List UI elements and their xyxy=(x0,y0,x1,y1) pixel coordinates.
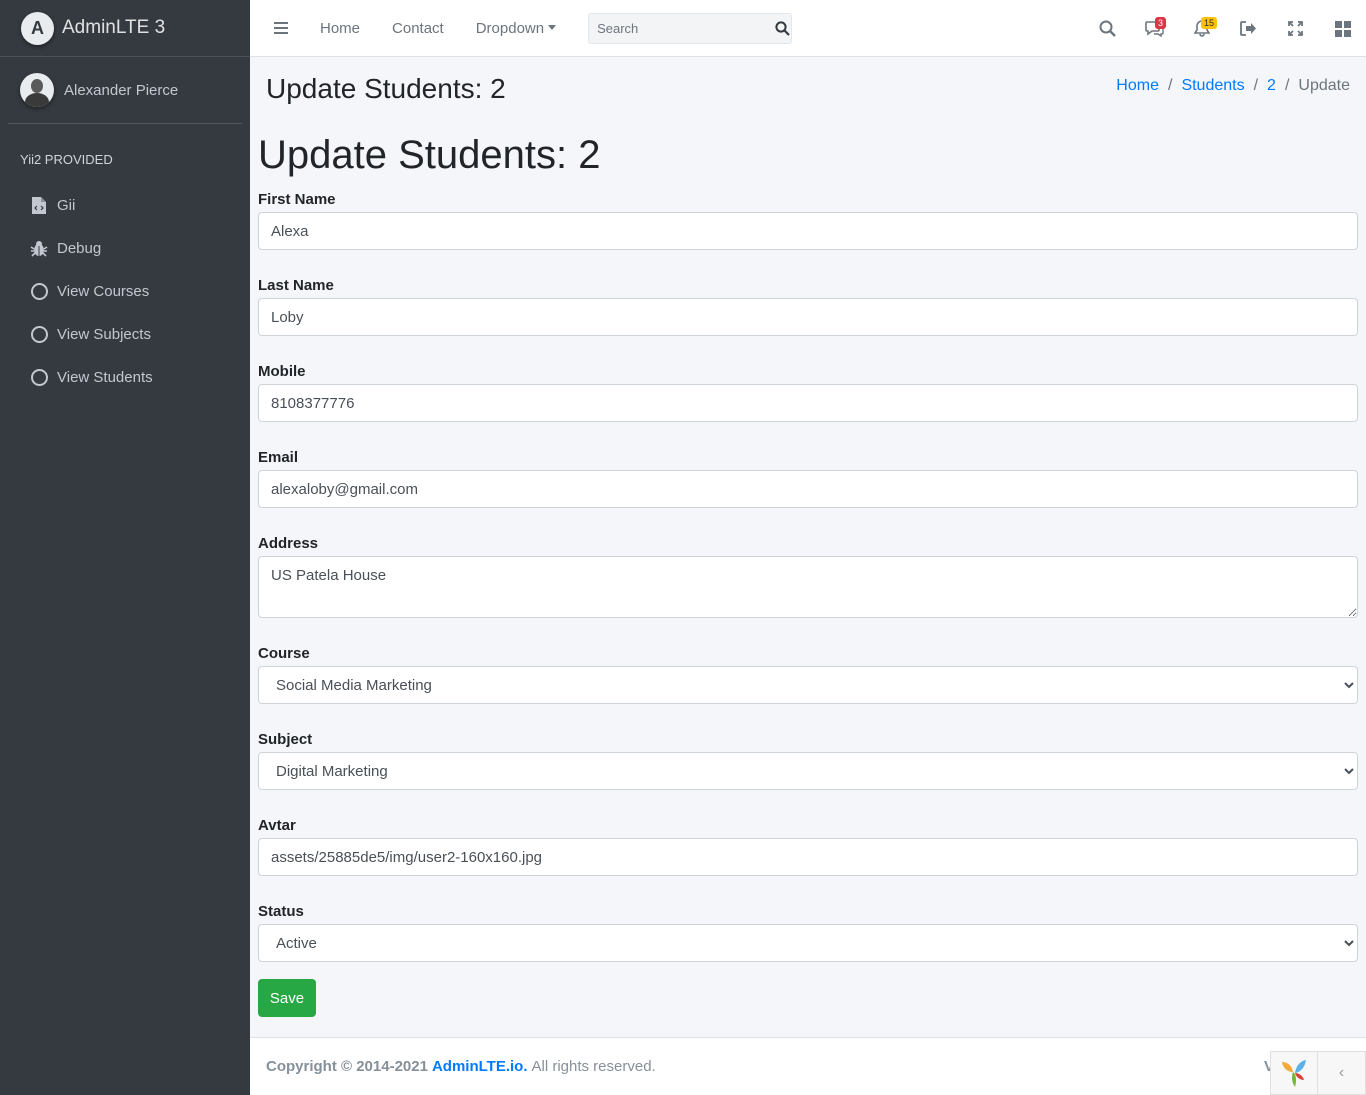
mobile-group: Mobile xyxy=(258,362,1358,422)
breadcrumb-active: Update xyxy=(1298,77,1350,94)
sidebar-item-debug[interactable]: Debug xyxy=(0,227,250,270)
footer-link[interactable]: AdminLTE.io. xyxy=(432,1058,528,1075)
breadcrumb: Home / Students / 2 / Update xyxy=(1116,77,1350,95)
avatar-group: Avtar xyxy=(258,816,1358,876)
grid-icon xyxy=(1334,20,1351,37)
nav-dropdown[interactable]: Dropdown xyxy=(475,19,557,37)
logout-button[interactable] xyxy=(1225,0,1272,57)
address-field[interactable]: US Patela House xyxy=(258,556,1358,618)
breadcrumb-record[interactable]: 2 xyxy=(1267,77,1276,95)
brand-text: AdminLTE 3 xyxy=(62,17,166,38)
circle-icon xyxy=(30,326,48,344)
address-label: Address xyxy=(258,535,319,552)
status-group: Status Active xyxy=(258,902,1358,962)
breadcrumb-separator: / xyxy=(1253,77,1259,94)
sign-out-icon xyxy=(1240,21,1256,36)
navbar-search-toggle[interactable] xyxy=(1084,0,1131,57)
bug-icon xyxy=(30,240,48,258)
student-form: Update Students: 2 First Name Last Name … xyxy=(258,132,1358,1017)
course-label: Course xyxy=(258,645,310,662)
chevron-left-icon[interactable]: ‹ xyxy=(1318,1052,1365,1094)
first-name-field[interactable] xyxy=(258,212,1358,250)
subject-label: Subject xyxy=(258,731,313,748)
sidebar-item-label: Debug xyxy=(57,240,102,257)
course-select[interactable]: Social Media Marketing xyxy=(258,666,1358,704)
sidebar-item-label: View Subjects xyxy=(57,326,151,343)
avatar-field[interactable] xyxy=(258,838,1358,876)
save-button[interactable]: Save xyxy=(258,979,316,1017)
nav-header: Yii2 PROVIDED xyxy=(20,152,113,167)
mobile-field[interactable] xyxy=(258,384,1358,422)
breadcrumb-home[interactable]: Home xyxy=(1116,77,1159,95)
search-icon xyxy=(774,20,790,36)
sidebar-item-view-students[interactable]: View Students xyxy=(0,356,250,399)
sidebar-item-label: View Students xyxy=(57,369,153,386)
rights-text: All rights reserved. xyxy=(531,1058,656,1075)
last-name-label: Last Name xyxy=(258,277,334,294)
last-name-group: Last Name xyxy=(258,276,1358,336)
sidebar-item-gii[interactable]: Gii xyxy=(0,184,250,227)
brand-logo-icon: A xyxy=(21,11,54,45)
last-name-field[interactable] xyxy=(258,298,1358,336)
nav-link-contact[interactable]: Contact xyxy=(392,20,444,37)
dropdown-label: Dropdown xyxy=(475,19,545,37)
status-label: Status xyxy=(258,903,304,920)
messages-dropdown[interactable]: 3 xyxy=(1131,0,1178,57)
brand-link[interactable]: A AdminLTE 3 xyxy=(0,0,250,57)
email-field[interactable] xyxy=(258,470,1358,508)
yii-debug-toolbar: ‹ xyxy=(1270,1051,1366,1095)
subject-group: Subject Digital Marketing xyxy=(258,730,1358,790)
yii-logo-icon[interactable] xyxy=(1271,1052,1319,1094)
notifications-dropdown[interactable]: 15 xyxy=(1178,0,1225,57)
user-name[interactable]: Alexander Pierce xyxy=(64,82,178,99)
mobile-label: Mobile xyxy=(258,363,306,380)
caret-down-icon xyxy=(548,24,557,30)
breadcrumb-separator: / xyxy=(1284,77,1290,94)
email-group: Email xyxy=(258,448,1358,508)
sidebar-item-view-subjects[interactable]: View Subjects xyxy=(0,313,250,356)
copyright-text: Copyright © 2014-2021 xyxy=(266,1058,428,1075)
subject-select[interactable]: Digital Marketing xyxy=(258,752,1358,790)
avatar-label: Avtar xyxy=(258,817,296,834)
messages-badge: 3 xyxy=(1155,17,1167,29)
breadcrumb-students[interactable]: Students xyxy=(1181,77,1244,95)
user-panel[interactable]: Alexander Pierce xyxy=(8,57,242,124)
email-label: Email xyxy=(258,449,299,466)
notifications-badge: 15 xyxy=(1201,17,1218,29)
file-code-icon xyxy=(30,197,48,215)
status-select[interactable]: Active xyxy=(258,924,1358,962)
sidebar-item-label: View Courses xyxy=(57,283,150,300)
content-wrapper: Update Students: 2 Home / Students / 2 /… xyxy=(250,57,1366,1021)
breadcrumb-separator: / xyxy=(1167,77,1173,94)
main-footer: Copyright © 2014-2021 AdminLTE.io. All r… xyxy=(250,1037,1366,1095)
sidebar-item-view-courses[interactable]: View Courses xyxy=(0,270,250,313)
search-button[interactable] xyxy=(773,14,791,43)
address-group: Address US Patela House xyxy=(258,534,1358,618)
course-group: Course Social Media Marketing xyxy=(258,644,1358,704)
main-sidebar: A AdminLTE 3 Alexander Pierce Yii2 PROVI… xyxy=(0,0,250,1095)
page-title: Update Students: 2 xyxy=(266,73,506,104)
search-icon xyxy=(1099,20,1116,37)
circle-icon xyxy=(30,369,48,387)
search-input[interactable] xyxy=(589,13,774,43)
expand-icon xyxy=(1288,21,1303,36)
avatar xyxy=(20,73,54,107)
navbar-search xyxy=(588,12,793,44)
first-name-label: First Name xyxy=(258,191,336,208)
form-title: Update Students: 2 xyxy=(258,133,601,177)
top-navbar: Home Contact Dropdown 3 15 xyxy=(250,0,1366,57)
first-name-group: First Name xyxy=(258,190,1358,250)
sidebar-item-label: Gii xyxy=(57,197,76,214)
circle-icon xyxy=(30,283,48,301)
nav-link-home[interactable]: Home xyxy=(320,20,360,37)
menu-toggle-icon[interactable] xyxy=(274,22,288,34)
control-sidebar-button[interactable] xyxy=(1319,0,1366,57)
fullscreen-button[interactable] xyxy=(1272,0,1319,57)
content-header: Update Students: 2 Home / Students / 2 /… xyxy=(250,57,1366,122)
navbar-right: 3 15 xyxy=(1084,0,1366,57)
